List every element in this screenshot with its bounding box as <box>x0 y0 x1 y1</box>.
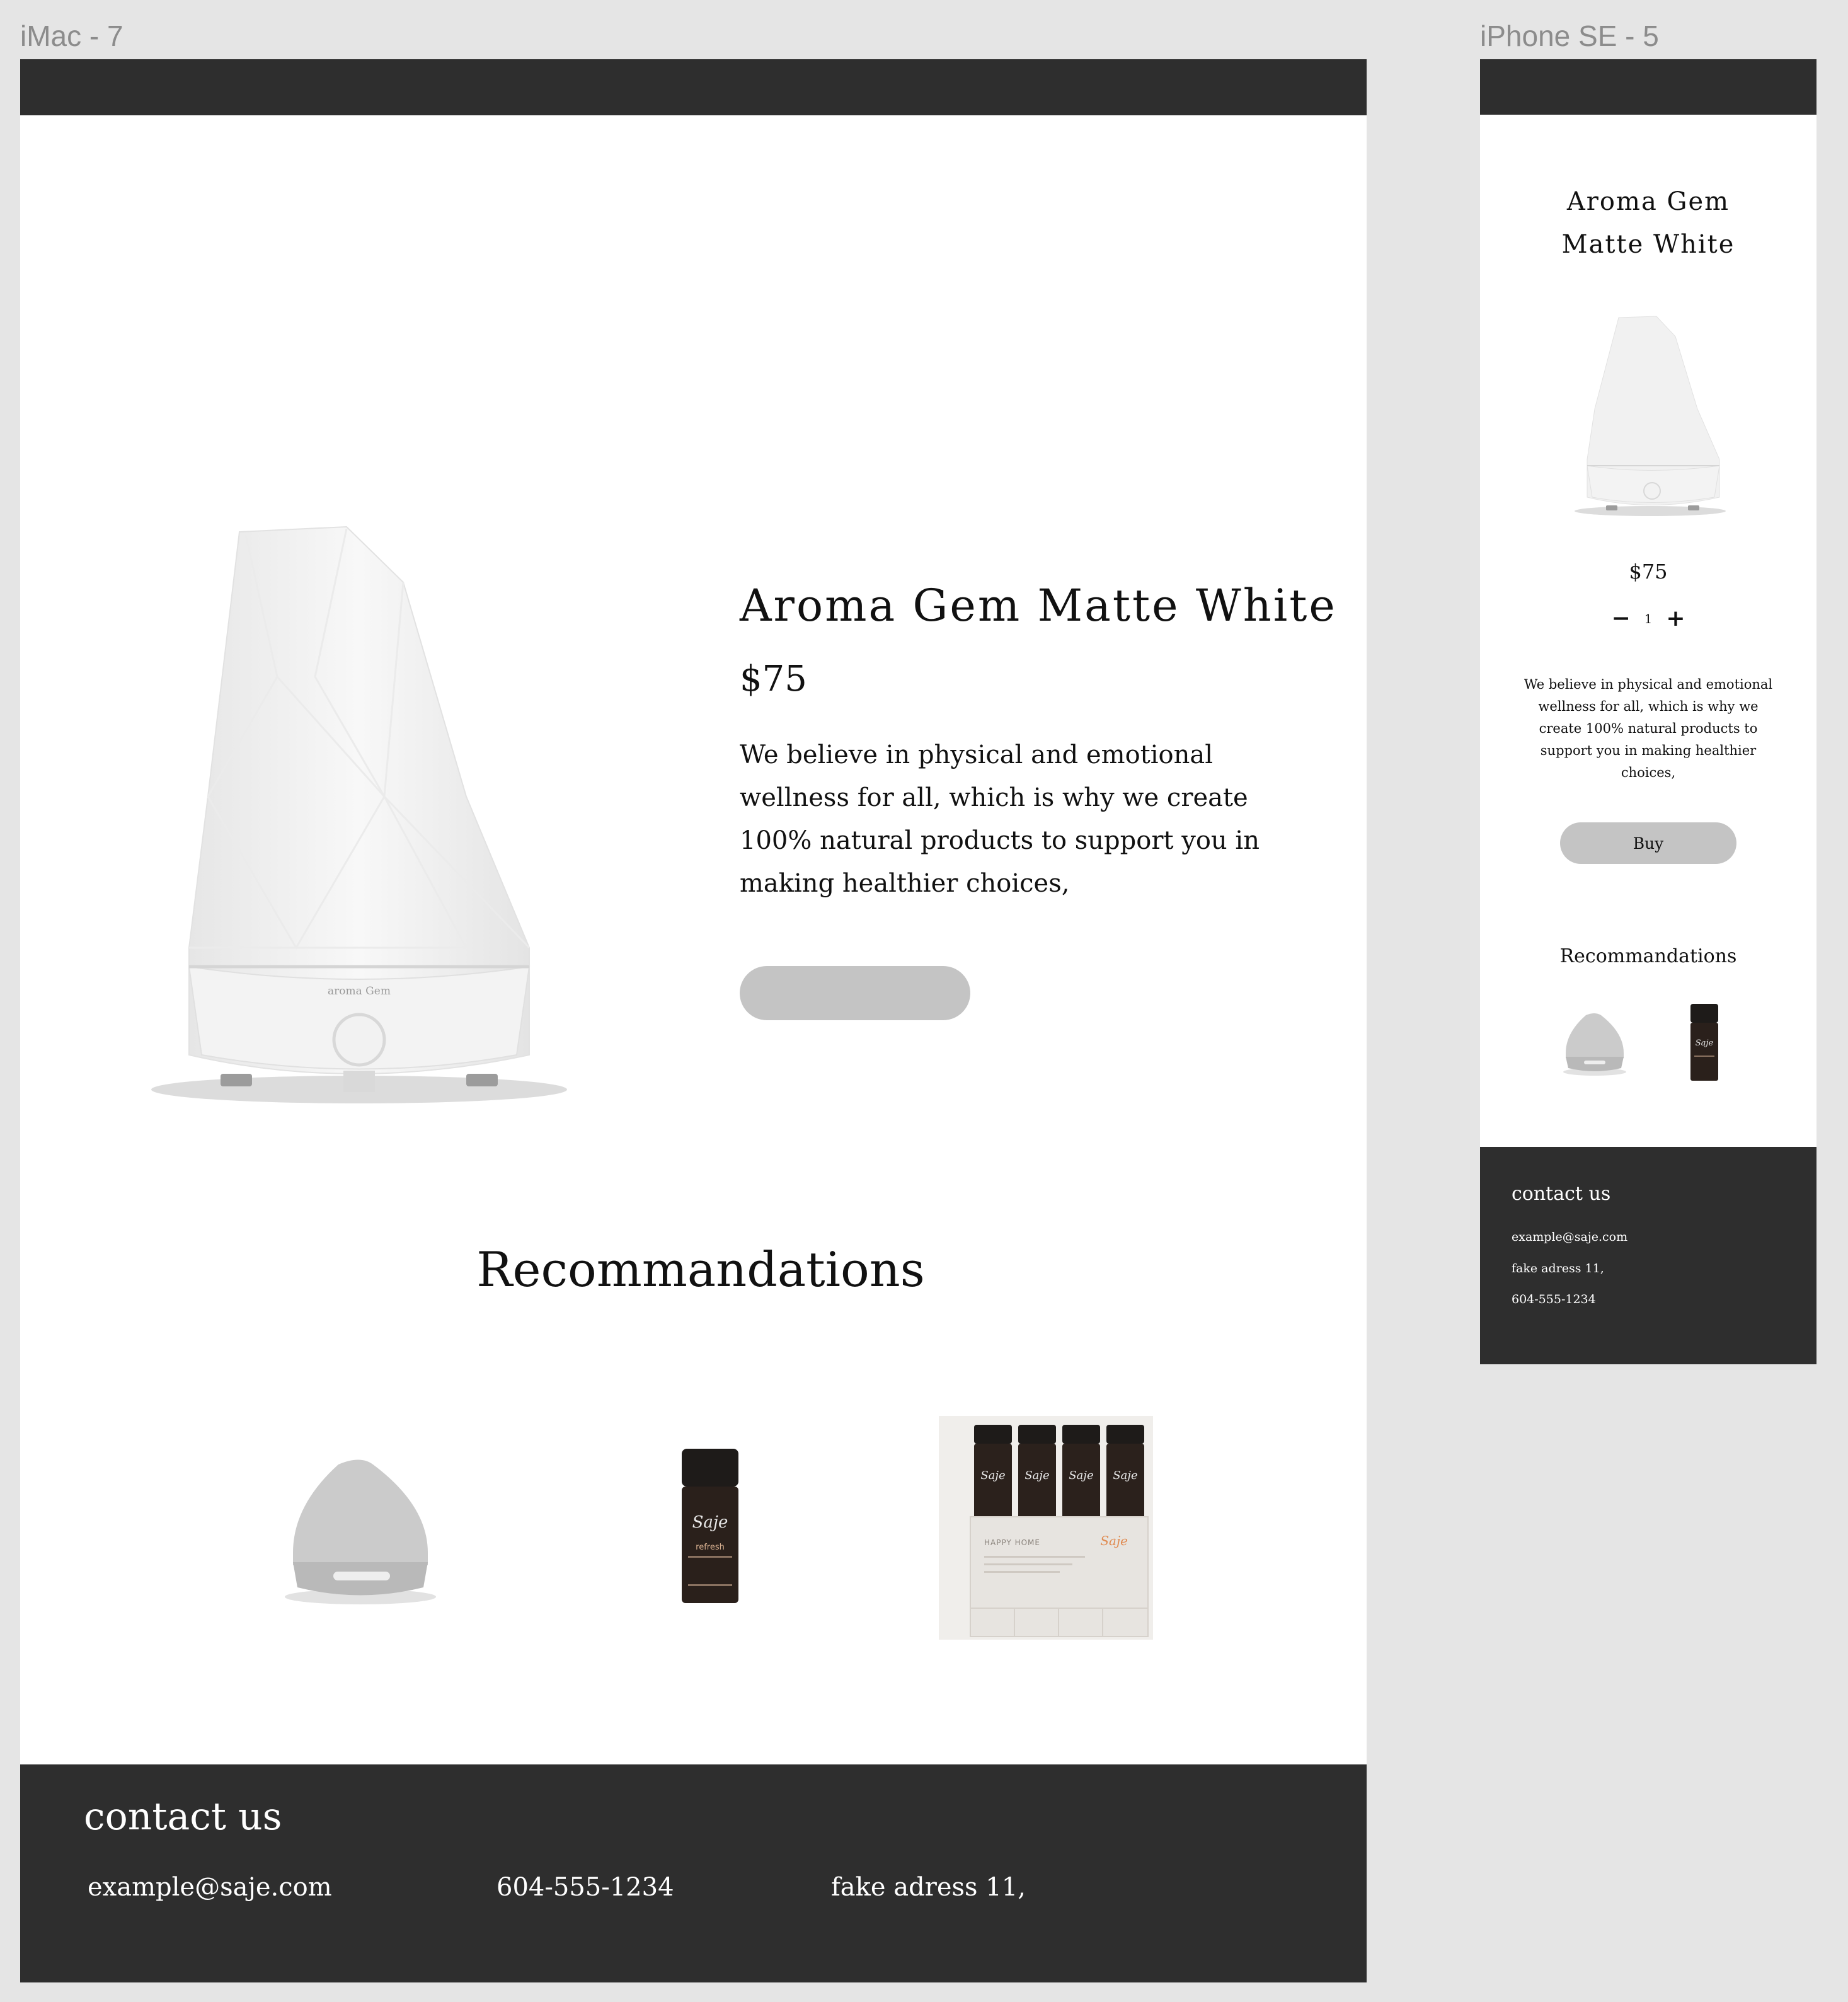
bottle-brand-text: Saje <box>692 1513 728 1532</box>
svg-text:aroma Gem: aroma Gem <box>328 985 391 998</box>
mobile-title-line-1: Aroma Gem <box>1566 187 1730 216</box>
mobile-title-line-2: Matte White <box>1561 230 1735 259</box>
svg-text:Saje: Saje <box>1024 1469 1049 1482</box>
recommendations-title: Recommandations <box>476 1241 925 1297</box>
mobile-recommendation-oil-bottle[interactable]: Saje <box>1685 1001 1723 1083</box>
mobile-product-price: $75 <box>1629 560 1668 584</box>
mobile-aroma-gem-diffuser-image <box>1575 316 1726 516</box>
footer-phone[interactable]: 604-555-1234 <box>496 1873 674 1902</box>
desktop-frame-label: iMac - 7 <box>20 20 123 52</box>
mobile-footer <box>1480 1147 1816 1364</box>
svg-text:Saje: Saje <box>1113 1469 1137 1482</box>
recommendation-oil-bottle[interactable]: Saje refresh <box>669 1442 751 1606</box>
mobile-header-bar <box>1480 59 1816 115</box>
mobile-recommendation-dome-diffuser[interactable] <box>1556 1008 1631 1077</box>
svg-text:Saje: Saje <box>1100 1533 1128 1548</box>
quantity-stepper: − 1 + <box>1480 607 1816 630</box>
aroma-gem-diffuser-image: aroma Gem <box>151 526 567 1103</box>
mobile-footer-phone[interactable]: 604-555-1234 <box>1512 1292 1596 1306</box>
footer-email[interactable]: example@saje.com <box>88 1873 332 1902</box>
mobile-recommendations-title: Recommandations <box>1559 945 1737 967</box>
mobile-footer-address: fake adress 11, <box>1512 1262 1604 1275</box>
giftset-label-text: HAPPY HOME <box>984 1538 1040 1547</box>
mobile-footer-contact-title: contact us <box>1512 1183 1611 1205</box>
mobile-footer-email[interactable]: example@saje.com <box>1512 1230 1627 1244</box>
svg-text:Saje: Saje <box>1696 1038 1714 1048</box>
mobile-frame-label: iPhone SE - 5 <box>1480 20 1659 52</box>
bottle-label-text: refresh <box>696 1543 725 1552</box>
buy-button[interactable]: Buy <box>740 966 970 1020</box>
mobile-product-title: Aroma Gem Matte White <box>1480 180 1816 266</box>
svg-text:Saje: Saje <box>1069 1469 1093 1482</box>
product-price: $75 <box>740 659 807 699</box>
svg-text:Saje: Saje <box>980 1469 1005 1482</box>
decrease-quantity-button[interactable]: − <box>1611 607 1630 630</box>
product-description: We believe in physical and emotional wel… <box>740 740 1260 898</box>
header-bar <box>20 59 1367 115</box>
mobile-product-description: We believe in physical and emotional wel… <box>1524 677 1773 780</box>
footer-contact-title: contact us <box>84 1795 282 1839</box>
recommendation-gift-set[interactable]: Saje Saje Saje Saje HAPPY HOME Saje <box>939 1416 1153 1640</box>
recommendation-dome-diffuser[interactable] <box>263 1446 452 1609</box>
increase-quantity-button[interactable]: + <box>1666 607 1685 630</box>
desktop-frame: aroma Gem Aroma Gem Matte White $75 We b… <box>20 59 1367 1982</box>
quantity-value: 1 <box>1644 611 1653 626</box>
mobile-frame: Aroma Gem Matte White $75 − 1 + We belie… <box>1480 59 1816 1364</box>
mobile-buy-button[interactable]: Buy <box>1560 822 1736 864</box>
footer-address: fake adress 11, <box>831 1873 1026 1902</box>
product-title: Aroma Gem Matte White <box>740 580 1337 631</box>
